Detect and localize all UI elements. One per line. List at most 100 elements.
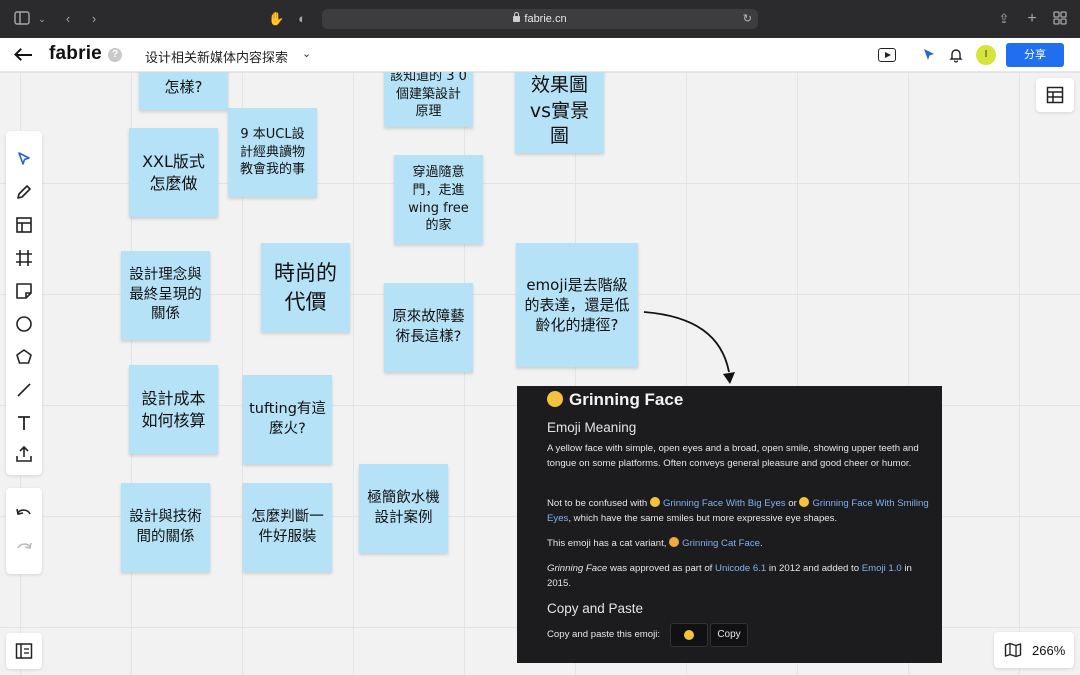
chevron-down-icon[interactable]: ⌄ [34, 11, 50, 27]
zoom-control[interactable]: 266% [994, 632, 1074, 668]
sticky-note[interactable]: 時尚的代價 [261, 243, 350, 332]
connector-arrow[interactable] [640, 302, 750, 392]
share-page-icon[interactable]: ⇪ [996, 11, 1012, 27]
sticky-note[interactable]: 9 本UCL設計經典讀物教會我的事 [228, 108, 317, 197]
sticky-note[interactable]: 怎麼判斷一件好服裝 [243, 483, 332, 572]
confusion-note: Not to be confused with Grinning Face Wi… [547, 496, 932, 526]
sticky-note-text: 9 本UCL設計經典讀物教會我的事 [239, 127, 305, 178]
new-tab-icon[interactable]: + [1024, 11, 1040, 27]
sticky-note-text: 怎樣? [164, 77, 203, 96]
table-icon [1046, 86, 1064, 104]
forward-icon[interactable]: › [86, 11, 102, 27]
redo-icon[interactable] [14, 538, 34, 558]
grinning-smiling-eyes-icon [799, 497, 810, 507]
sticky-note-text: 穿過隨意門，走進wing free 的家 [408, 165, 469, 234]
sticky-note-tool-icon[interactable] [14, 281, 34, 301]
sticky-note-text: 怎麼判斷一件好服裝 [251, 508, 324, 545]
sticky-note[interactable]: 該知道的 3 0 個建築設計原理 [384, 72, 473, 127]
sticky-note-text: 效果圖vs實景圖 [529, 74, 590, 148]
grinning-cat-icon [669, 537, 680, 547]
link-emoji-version[interactable]: Emoji 1.0 [862, 563, 902, 574]
sticky-note-text: 極簡飲水機設計案例 [367, 489, 440, 526]
privacy-shield-icon[interactable]: ◐ [294, 11, 310, 27]
layers-panel-button[interactable] [6, 633, 42, 669]
table-view-button[interactable] [1036, 78, 1074, 112]
zoom-level[interactable]: 266% [1032, 643, 1065, 658]
sticky-note-text: tufting有這麼火? [249, 400, 326, 437]
sticky-note[interactable]: 設計與技術間的關係 [121, 483, 210, 572]
url-text: fabrie.cn [524, 13, 567, 25]
avatar[interactable]: I [976, 45, 996, 65]
grinning-face-icon [684, 630, 694, 640]
link-unicode-version[interactable]: Unicode 6.1 [715, 563, 766, 574]
select-tool-icon[interactable] [14, 149, 34, 169]
tab-overview-icon[interactable] [1052, 11, 1068, 27]
card-title: Grinning Face [547, 390, 683, 410]
sticky-note[interactable]: 原來故障藝術長這樣? [384, 283, 473, 372]
meaning-heading: Emoji Meaning [547, 420, 637, 435]
sticky-note-text: XXL版式怎麼做 [142, 151, 205, 193]
polygon-tool-icon[interactable] [14, 347, 34, 367]
upload-tool-icon[interactable] [14, 444, 34, 464]
confuse-suffix: , which have the same smiles but more ex… [568, 513, 838, 524]
browser-toolbar: ⌄ ‹ › ✋ ◐ fabrie.cn ↻ ⇪ + [0, 0, 1080, 38]
share-button[interactable]: 分享 [1006, 43, 1064, 67]
chevron-down-icon[interactable]: ⌄ [302, 47, 311, 60]
template-tool-icon[interactable] [14, 215, 34, 235]
app-logo[interactable]: fabrie [49, 43, 102, 65]
back-arrow-icon[interactable] [14, 46, 34, 64]
line-tool-icon[interactable] [14, 380, 34, 400]
sticky-note-text: 設計與技術間的關係 [129, 508, 202, 545]
pen-tool-icon[interactable] [14, 182, 34, 202]
frame-tool-icon[interactable] [14, 248, 34, 268]
document-title[interactable]: 设计相关新媒体内容探索 [145, 47, 288, 66]
undo-icon[interactable] [14, 504, 34, 524]
emoji-info-card[interactable]: Grinning Face Emoji Meaning A yellow fac… [517, 386, 942, 663]
sticky-note-text: 原來故障藝術長這樣? [392, 308, 465, 345]
extension-hand-icon[interactable]: ✋ [268, 11, 284, 27]
sticky-note-text: 該知道的 3 0 個建築設計原理 [390, 72, 467, 120]
bell-icon[interactable] [948, 47, 966, 63]
sticky-note-text: 設計成本如何核算 [141, 388, 206, 430]
link-grinning-big-eyes[interactable]: Grinning Face With Big Eyes [663, 498, 786, 509]
sidebar-toggle-icon[interactable] [14, 11, 30, 27]
approved-mid2: in 2012 and added to [768, 563, 860, 574]
help-icon[interactable]: ? [108, 48, 122, 62]
copy-emoji-preview[interactable] [670, 623, 708, 647]
cat-prefix: This emoji has a cat variant, [547, 538, 667, 549]
present-play-icon[interactable] [878, 48, 896, 62]
confuse-prefix: Not to be confused with [547, 498, 648, 509]
cursor-follow-icon[interactable] [921, 47, 939, 63]
lock-icon [513, 12, 521, 22]
tool-panel [6, 131, 42, 475]
sticky-note[interactable]: 極簡飲水機設計案例 [359, 464, 448, 553]
confuse-or: or [788, 498, 797, 509]
sticky-note-text: 設計理念與最終呈現的關係 [129, 267, 202, 323]
sticky-note[interactable]: 穿過隨意門，走進wing free 的家 [394, 155, 483, 244]
back-icon[interactable]: ‹ [60, 11, 76, 27]
sticky-note[interactable]: 設計成本如何核算 [129, 365, 218, 454]
map-icon[interactable] [1004, 642, 1022, 658]
approval-note: Grinning Face was approved as part of Un… [547, 561, 932, 591]
grinning-face-icon [547, 391, 563, 407]
sticky-note[interactable]: 效果圖vs實景圖 [515, 72, 604, 153]
approved-name: Grinning Face [547, 563, 608, 574]
sticky-note[interactable]: 怎樣? [139, 72, 228, 110]
history-panel [6, 488, 42, 574]
circle-tool-icon[interactable] [14, 314, 34, 334]
link-grinning-cat-face[interactable]: Grinning Cat Face [682, 538, 760, 549]
sticky-note[interactable]: XXL版式怎麼做 [129, 128, 218, 217]
reload-icon[interactable]: ↻ [743, 9, 752, 29]
app-header: fabrie ? 设计相关新媒体内容探索 ⌄ I 分享 [0, 38, 1080, 72]
copy-button[interactable]: Copy [710, 623, 748, 647]
sticky-note[interactable]: 設計理念與最終呈現的關係 [121, 251, 210, 340]
text-tool-icon[interactable] [14, 413, 34, 433]
cat-variant-note: This emoji has a cat variant, Grinning C… [547, 536, 932, 551]
sticky-note[interactable]: emoji是去階級的表達，還是低齡化的捷徑? [516, 243, 638, 367]
sticky-note-text: emoji是去階級的表達，還是低齡化的捷徑? [524, 275, 630, 335]
address-bar[interactable]: fabrie.cn ↻ [322, 9, 758, 29]
sticky-note[interactable]: tufting有這麼火? [243, 375, 332, 464]
copy-label: Copy and paste this emoji: [547, 629, 661, 640]
cat-suffix: . [759, 538, 763, 549]
layers-icon [15, 643, 33, 659]
